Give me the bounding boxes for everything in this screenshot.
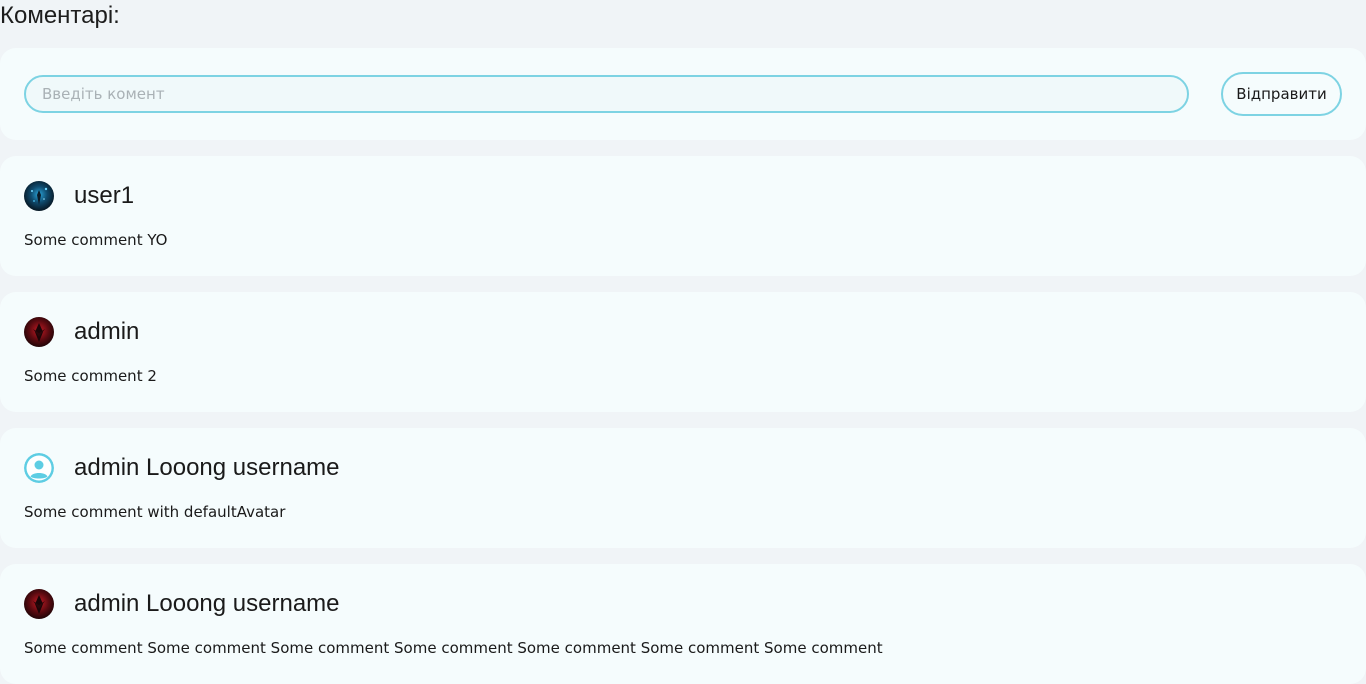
comment-username: admin Looong username (74, 590, 340, 617)
comment-card: admin Looong username Some comment Some … (0, 564, 1366, 684)
red-dark-image-avatar-icon (24, 589, 54, 619)
comment-card: admin Some comment 2 (0, 292, 1366, 412)
red-dark-image-avatar-icon (24, 317, 54, 347)
comment-card: user1 Some comment YO (0, 156, 1366, 276)
comment-username: admin (74, 318, 140, 345)
comment-text: Some comment with defaultAvatar (24, 503, 286, 521)
comments-heading: Коментарі: (0, 2, 120, 29)
comment-text: Some comment Some comment Some comment S… (24, 639, 883, 657)
avatar (24, 589, 54, 619)
send-button[interactable]: Відправити (1221, 72, 1342, 116)
avatar (24, 453, 54, 483)
comment-username: admin Looong username (74, 454, 340, 481)
avatar (24, 181, 54, 211)
comment-card: admin Looong username Some comment with … (0, 428, 1366, 548)
blue-dark-image-avatar-icon (24, 181, 54, 211)
comment-username: user1 (74, 182, 135, 209)
default-user-icon (24, 453, 54, 483)
comment-text: Some comment 2 (24, 367, 157, 385)
comment-input[interactable] (24, 75, 1189, 113)
comment-text: Some comment YO (24, 231, 168, 249)
comment-form: Відправити (0, 48, 1366, 140)
comments-section: Коментарі: Відправити (0, 0, 1366, 684)
avatar (24, 317, 54, 347)
